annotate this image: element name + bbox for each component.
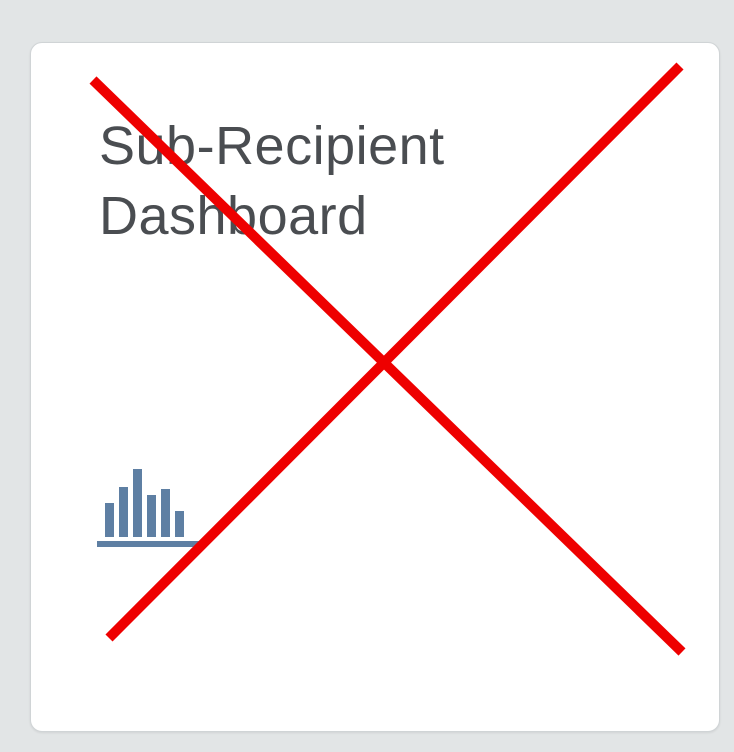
bar-chart-icon-bar [147, 495, 156, 537]
bar-chart-icon-bar [161, 489, 170, 537]
bar-chart-icon-bar [175, 511, 184, 537]
bar-chart-icon [97, 469, 205, 547]
bar-chart-icon-baseline [97, 541, 205, 547]
tile-title: Sub-Recipient Dashboard [99, 111, 559, 251]
tile-title-line-1: Sub-Recipient [99, 116, 445, 176]
sub-recipient-dashboard-tile[interactable]: Sub-Recipient Dashboard [30, 42, 720, 732]
bar-chart-icon-bar [119, 487, 128, 537]
bar-chart-icon-bar [133, 469, 142, 537]
tile-title-line-2: Dashboard [99, 186, 368, 246]
bar-chart-icon-bar [105, 503, 114, 537]
